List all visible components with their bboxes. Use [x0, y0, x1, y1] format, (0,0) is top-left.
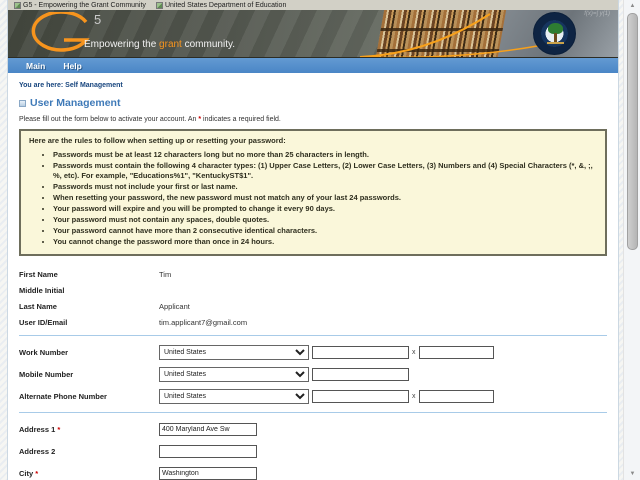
password-rule: Your password will expire and you will b…	[53, 204, 597, 214]
address1-row: Address 1 *	[19, 418, 607, 440]
department-of-education-seal-icon	[533, 12, 576, 55]
work-number-row: Work Number United States x	[19, 341, 607, 363]
address2-input[interactable]	[159, 445, 257, 458]
address2-row: Address 2	[19, 440, 607, 462]
field-label: Middle Initial	[19, 286, 159, 295]
seal-tree-trunk	[554, 33, 557, 42]
field-label: Last Name	[19, 302, 159, 311]
required-asterisk: *	[57, 425, 60, 434]
profile-fields: First Name Tim Middle Initial Last Name …	[19, 266, 607, 330]
section-divider	[19, 335, 607, 336]
password-rule: Passwords must not include your first or…	[53, 182, 597, 192]
g5-logo-numeral: 5	[94, 12, 101, 27]
menu-item-help[interactable]: Help	[63, 61, 81, 71]
profile-row-user-id-email: User ID/Email tim.applicant7@gmail.com	[19, 314, 607, 330]
scroll-up-arrow-icon[interactable]: ▲	[624, 3, 640, 9]
mobile-number-row: Mobile Number United States	[19, 363, 607, 385]
window-tab-strip: G5 - Empowering the Grant Community Unit…	[8, 0, 618, 10]
field-label: City *	[19, 469, 159, 478]
city-input[interactable]	[159, 467, 257, 480]
alternate-number-input[interactable]	[312, 390, 409, 403]
window-tab-g5[interactable]: G5 - Empowering the Grant Community	[10, 2, 150, 9]
work-number-input[interactable]	[312, 346, 409, 359]
password-rules-box: Here are the rules to follow when settin…	[19, 129, 607, 256]
section-divider	[19, 412, 607, 413]
alternate-extension-input[interactable]	[419, 390, 494, 403]
alternate-number-row: Alternate Phone Number United States x	[19, 385, 607, 407]
profile-row-first-name: First Name Tim	[19, 266, 607, 282]
field-label: User ID/Email	[19, 318, 159, 327]
extension-separator: x	[412, 393, 416, 400]
work-extension-input[interactable]	[419, 346, 494, 359]
field-value: Applicant	[159, 302, 190, 311]
menu-item-main[interactable]: Main	[26, 61, 45, 71]
scroll-down-arrow-icon[interactable]: ▼	[624, 471, 640, 477]
city-row: City *	[19, 462, 607, 480]
page-title: User Management	[19, 97, 607, 109]
password-rule: Passwords must contain the following 4 c…	[53, 161, 597, 180]
window-tab-label: G5 - Empowering the Grant Community	[23, 2, 146, 9]
form-instructions: Please fill out the form below to activa…	[19, 116, 607, 123]
field-label: Alternate Phone Number	[19, 392, 159, 401]
phone-fields: Work Number United States x Mobile Numbe…	[19, 341, 607, 407]
page-icon	[14, 2, 21, 9]
field-value: Tim	[159, 270, 171, 279]
profile-row-last-name: Last Name Applicant	[19, 298, 607, 314]
field-label: Work Number	[19, 348, 159, 357]
field-label: First Name	[19, 270, 159, 279]
window-tab-label: United States Department of Education	[165, 2, 286, 9]
banner-tagline: Empowering the grant community.	[84, 39, 235, 50]
password-rule: You cannot change the password more than…	[53, 237, 597, 247]
section-icon	[19, 100, 26, 107]
password-rule: Passwords must be at least 12 characters…	[53, 150, 597, 160]
profile-row-middle-initial: Middle Initial	[19, 282, 607, 298]
password-rule: Your password cannot have more than 2 co…	[53, 226, 597, 236]
password-rule: When resetting your password, the new pa…	[53, 193, 597, 203]
mobile-country-select[interactable]: United States	[159, 367, 309, 382]
field-label: Address 1 *	[19, 425, 159, 434]
page-title-text: User Management	[30, 97, 120, 109]
field-value: tim.applicant7@gmail.com	[159, 318, 247, 327]
app-window: G5 - Empowering the Grant Community Unit…	[7, 0, 619, 480]
window-tab-ed[interactable]: United States Department of Education	[152, 2, 290, 9]
password-rules-list: Passwords must be at least 12 characters…	[53, 150, 597, 247]
work-country-select[interactable]: United States	[159, 345, 309, 360]
vertical-scrollbar[interactable]: ▲ ▼	[623, 0, 640, 480]
address1-input[interactable]	[159, 423, 257, 436]
breadcrumb: You are here: Self Management	[19, 73, 607, 89]
required-asterisk: *	[35, 469, 38, 478]
main-menu-bar: Main Help	[8, 57, 618, 73]
page-content: You are here: Self Management User Manag…	[8, 73, 618, 480]
scrollbar-thumb[interactable]	[627, 13, 638, 250]
mobile-number-input[interactable]	[312, 368, 409, 381]
breadcrumb-current-link[interactable]: Self Management	[65, 82, 123, 89]
seal-tree-ground	[547, 42, 564, 44]
address-fields: Address 1 * Address 2 City * State * + D…	[19, 418, 607, 480]
page-icon	[156, 2, 163, 9]
g5-banner: f(x)=∫ y(1) 5 Empowering the grant commu…	[8, 10, 618, 57]
extension-separator: x	[412, 349, 416, 356]
field-label: Address 2	[19, 447, 159, 456]
password-rules-heading: Here are the rules to follow when settin…	[29, 136, 597, 145]
field-label: Mobile Number	[19, 370, 159, 379]
alternate-country-select[interactable]: United States	[159, 389, 309, 404]
password-rule: Your password must not contain any space…	[53, 215, 597, 225]
breadcrumb-prefix: You are here:	[19, 82, 63, 89]
